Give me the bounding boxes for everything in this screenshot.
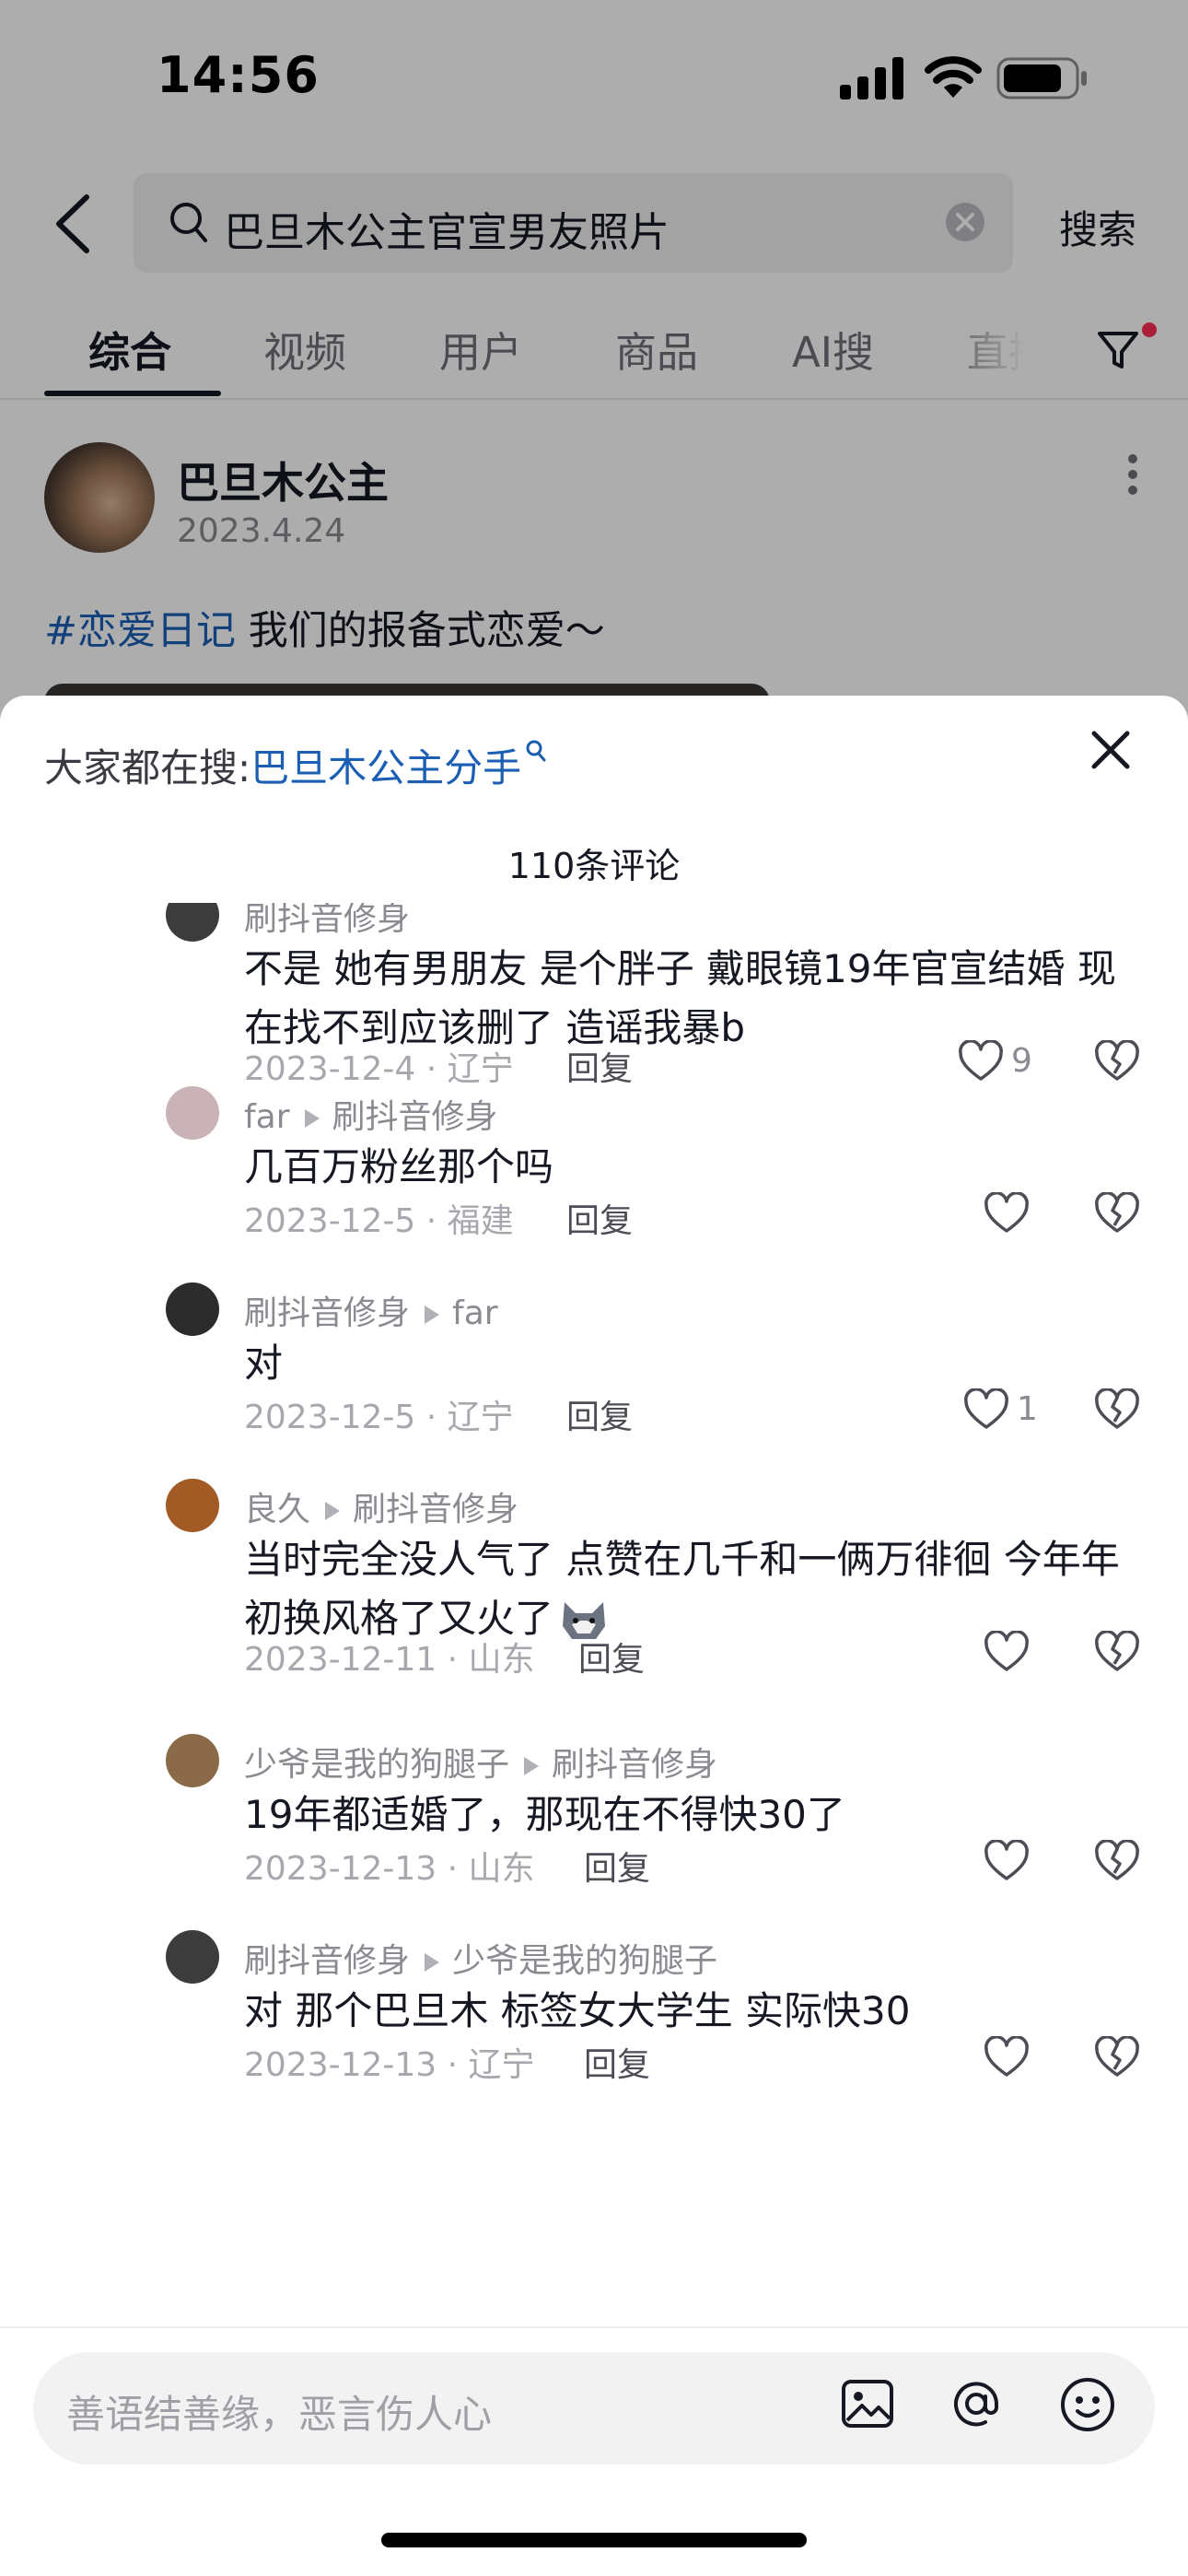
reply-arrow-icon [425,1953,440,1972]
reply-arrow-icon [325,1502,341,1520]
home-indicator[interactable] [381,2533,807,2547]
broken-heart-icon[interactable] [1094,1388,1140,1431]
comment-item[interactable]: 刷抖音修身 少爷是我的狗腿子对 那个巴旦木 标签女大学生 实际快30 2023-12… [0,1930,1188,2101]
comment-text: 对 [244,1334,1147,1393]
comment-date-location: 2023-12-5 · 福建 [244,1202,514,1240]
comment-text-content: 19年都适婚了，那现在不得快30了 [244,1792,845,1837]
comment-text-content: 不是 她有男朋友 是个胖子 戴眼镜19年官宣结婚 现在找不到应该删了 造谣我暴b [244,946,1116,1050]
comment-placeholder: 善语结善缘，恶言伤人心 [66,2392,493,2437]
at-icon[interactable] [949,2376,1004,2431]
reply-button[interactable]: 回复 [566,1194,633,1242]
comment-text: 对 那个巴旦木 标签女大学生 实际快30 [244,1982,1147,2041]
trending-prefix: 大家都在搜: [44,745,251,790]
comment-date-location: 2023-12-5 · 辽宁 [244,1399,514,1436]
commenter-name[interactable]: 刷抖音修身 [244,1294,410,1332]
trending-keyword[interactable]: 巴旦木公主分手 [250,745,521,790]
reply-button[interactable]: 回复 [566,1042,633,1090]
reply-arrow-icon [524,1757,540,1775]
commenter-avatar[interactable] [166,1930,219,1984]
reply-arrow-icon [425,1306,440,1324]
comment-meta: 良久 刷抖音修身 [244,1482,518,1530]
comment-item[interactable]: 少爷是我的狗腿子 刷抖音修身 19年都适婚了，那现在不得快30了 2023-12-13… [0,1734,1188,1951]
reply-button[interactable]: 回复 [566,1390,633,1438]
reply-to-name[interactable]: 刷抖音修身 [552,1746,717,1784]
reply-arrow-icon [304,1109,320,1128]
trending-search[interactable]: 大家都在搜:巴旦木公主分手 [44,737,547,793]
reply-to-name[interactable]: 刷抖音修身 [332,1098,498,1136]
broken-heart-icon[interactable] [1094,1192,1140,1235]
heart-icon[interactable] [958,1040,1004,1083]
commenter-name[interactable]: far [244,1098,290,1136]
image-icon[interactable] [840,2376,895,2431]
broken-heart-icon[interactable] [1094,2036,1140,2078]
heart-icon[interactable] [984,1631,1030,1673]
emoji-icon[interactable] [1059,2376,1116,2433]
comment-list[interactable]: 刷抖音修身 不是 她有男朋友 是个胖子 戴眼镜19年官宣结婚 现在找不到应该删了 … [0,903,1188,2101]
broken-heart-icon[interactable] [1094,1040,1140,1083]
search-results-page: 14:56 巴旦木公主官宣男友照片 搜索 综合 视频 用户 商品 AI搜 巴旦木… [0,0,1188,2576]
comment-text: 不是 她有男朋友 是个胖子 戴眼镜19年官宣结婚 现在找不到应该删了 造谣我暴b [244,940,1147,1058]
commenter-avatar[interactable] [166,1479,219,1532]
heart-icon[interactable] [984,1840,1030,1882]
commenter-name[interactable]: 良久 [244,1491,310,1528]
comment-meta: 少爷是我的狗腿子 刷抖音修身 [244,1738,717,1786]
comment-date-location: 2023-12-4 · 辽宁 [244,1050,514,1088]
heart-icon[interactable] [963,1388,1009,1431]
heart-icon[interactable] [984,2036,1030,2078]
broken-heart-icon[interactable] [1094,1631,1140,1673]
commenter-name[interactable]: 刷抖音修身 [244,903,410,938]
commenter-avatar[interactable] [166,1282,219,1336]
comment-count: 110条评论 [507,846,681,886]
heart-icon[interactable] [984,1192,1030,1235]
broken-heart-icon[interactable] [1094,1840,1140,1882]
comment-text-content: 对 [244,1341,284,1386]
comment-item[interactable]: far 刷抖音修身几百万粉丝那个吗 2023-12-5 · 福建 回复 [0,1086,1188,1304]
comment-text-content: 当时完全没人气了 点赞在几千和一俩万徘徊 今年年初换风格了又火了 [244,1537,1120,1641]
comment-input-bar: 善语结善缘，恶言伤人心 [0,2326,1188,2576]
comment-date-location: 2023-12-11 · 山东 [244,1641,535,1679]
commenter-avatar[interactable] [166,903,219,942]
comment-date-location: 2023-12-13 · 辽宁 [244,2046,535,2084]
comments-sheet: 大家都在搜:巴旦木公主分手 110条评论 刷抖音修身不是 她有男朋友 是个胖子 … [0,696,1188,2576]
reply-button[interactable]: 回复 [584,2038,650,2086]
reply-to-name[interactable]: far [452,1294,498,1332]
comment-text-content: 对 那个巴旦木 标签女大学生 实际快30 [244,1988,911,2033]
reply-button[interactable]: 回复 [578,1633,645,1680]
comment-item[interactable]: 良久 刷抖音修身当时完全没人气了 点赞在几千和一俩万徘徊 今年年初换风格了又火了 2… [0,1479,1188,1696]
comment-item[interactable]: 刷抖音修身不是 她有男朋友 是个胖子 戴眼镜19年官宣结婚 现在找不到应该删了 … [0,903,1188,1106]
like-count: 9 [1011,1042,1032,1080]
comment-meta: far 刷抖音修身 [244,1090,498,1138]
commenter-avatar[interactable] [166,1086,219,1140]
small-search-icon [526,740,546,762]
reply-to-name[interactable]: 少爷是我的狗腿子 [452,1942,717,1980]
commenter-avatar[interactable] [166,1734,219,1787]
comment-meta: 刷抖音修身 少爷是我的狗腿子 [244,1934,717,1982]
close-icon[interactable] [1090,730,1131,770]
comment-item[interactable]: 刷抖音修身 far 对 2023-12-5 · 辽宁 回复 1 [0,1282,1188,1500]
comment-text-content: 几百万粉丝那个吗 [244,1144,554,1189]
comment-text: 19年都适婚了，那现在不得快30了 [244,1786,1147,1844]
comment-text: 几百万粉丝那个吗 [244,1138,1147,1197]
comment-date-location: 2023-12-13 · 山东 [244,1850,535,1888]
like-count: 1 [1017,1390,1038,1428]
comment-meta: 刷抖音修身 [244,903,410,940]
comment-meta: 刷抖音修身 far [244,1286,498,1334]
reply-button[interactable]: 回复 [584,1842,650,1890]
reply-to-name[interactable]: 刷抖音修身 [353,1491,518,1528]
commenter-name[interactable]: 少爷是我的狗腿子 [244,1746,509,1784]
commenter-name[interactable]: 刷抖音修身 [244,1942,410,1980]
